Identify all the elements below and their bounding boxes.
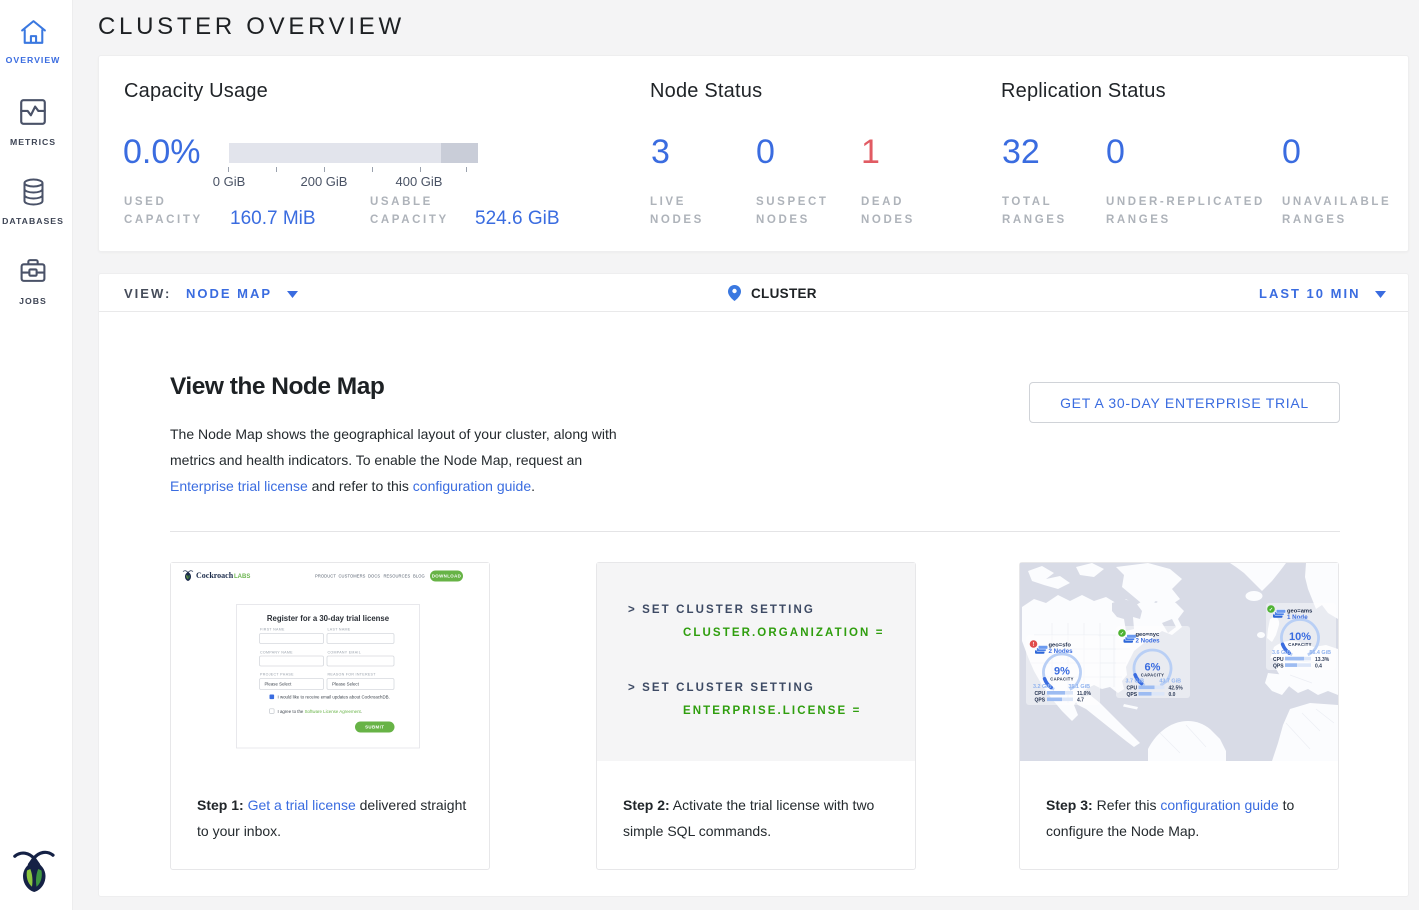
svg-text:6%: 6%: [1145, 661, 1161, 673]
svg-text:FIRST NAME: FIRST NAME: [260, 628, 285, 632]
svg-text:LABS: LABS: [234, 574, 250, 580]
svg-text:11.0%: 11.0%: [1077, 691, 1091, 697]
svg-text:CPU: CPU: [1035, 691, 1046, 697]
svg-text:10%: 10%: [1289, 631, 1311, 643]
svg-text:✓: ✓: [1269, 607, 1273, 613]
svg-text:0.4: 0.4: [1315, 663, 1322, 669]
svg-text:42.5%: 42.5%: [1169, 686, 1184, 692]
svg-text:56.4 GiB: 56.4 GiB: [1309, 650, 1331, 656]
svg-text:COMPANY EMAIL: COMPANY EMAIL: [328, 651, 362, 655]
svg-text:3.2 GiB: 3.2 GiB: [1033, 684, 1052, 690]
svg-text:CAPACITY: CAPACITY: [1141, 673, 1165, 678]
svg-text:2 Nodes: 2 Nodes: [1136, 637, 1161, 644]
svg-text:COMPANY NAME: COMPANY NAME: [260, 651, 293, 655]
svg-text:0.0: 0.0: [1169, 692, 1176, 698]
svg-text:35.1 GiB: 35.1 GiB: [1068, 684, 1090, 690]
svg-text:PRODUCT: PRODUCT: [315, 574, 336, 579]
svg-text:QPS: QPS: [1127, 692, 1138, 698]
svg-text:RESOURCES: RESOURCES: [384, 574, 411, 579]
svg-text:SUBMIT: SUBMIT: [365, 725, 384, 730]
svg-text:CPU: CPU: [1273, 657, 1284, 663]
svg-text:Cockroach: Cockroach: [196, 571, 234, 580]
svg-text:CUSTOMERS: CUSTOMERS: [339, 574, 366, 579]
svg-text:LAST NAME: LAST NAME: [328, 628, 351, 632]
svg-text:QPS: QPS: [1035, 698, 1046, 704]
svg-text:REASON FOR INTEREST: REASON FOR INTEREST: [328, 673, 377, 677]
svg-text:I agree to the Software Licens: I agree to the Software License Agreemen…: [278, 709, 362, 714]
svg-text:Please Select: Please Select: [265, 682, 293, 687]
svg-text:43.7 GiB: 43.7 GiB: [1159, 679, 1181, 685]
svg-text:CPU: CPU: [1127, 686, 1138, 692]
svg-text:9%: 9%: [1054, 665, 1070, 677]
svg-text:I would like to receive email: I would like to receive email updates ab…: [278, 695, 390, 700]
svg-text:BLOG: BLOG: [413, 574, 425, 579]
svg-text:13.3%: 13.3%: [1315, 657, 1330, 663]
svg-text:4.7: 4.7: [1077, 698, 1084, 704]
svg-text:3.7 GiB: 3.7 GiB: [1126, 679, 1145, 685]
svg-text:Register for a 30-day trial li: Register for a 30-day trial license: [267, 614, 390, 623]
svg-text:✓: ✓: [1120, 631, 1124, 637]
svg-text:CAPACITY: CAPACITY: [1050, 677, 1074, 682]
svg-text:3.6 GiB: 3.6 GiB: [1272, 650, 1291, 656]
svg-text:DOWNLOAD: DOWNLOAD: [432, 574, 462, 579]
svg-text:CAPACITY: CAPACITY: [1288, 642, 1312, 647]
svg-text:Please Select: Please Select: [332, 682, 360, 687]
svg-text:PROJECT PHASE: PROJECT PHASE: [260, 673, 294, 677]
svg-text:DOCS: DOCS: [368, 574, 380, 579]
svg-text:QPS: QPS: [1273, 663, 1284, 669]
